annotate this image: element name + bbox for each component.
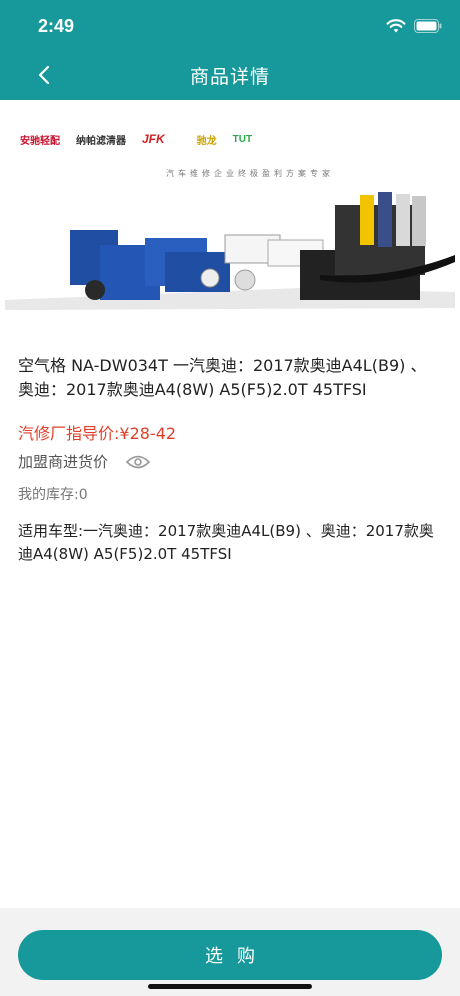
price-guide: 汽修厂指导价:¥28-42 — [18, 424, 177, 443]
brand-logo: 驰龙 — [196, 135, 217, 147]
dealer-price-label: 加盟商进货价 — [18, 453, 109, 471]
app-header: 2:49 商品详情 — [0, 0, 460, 100]
product-banner-image: 安驰轻配 纳帕滤清器 JFK 驰龙 TUT 汽车维修企业终极盈利方案专家 — [0, 110, 460, 320]
status-bar: 2:49 — [0, 0, 460, 50]
brand-logo: 纳帕滤清器 — [76, 135, 126, 147]
dealer-price-row: 加盟商进货价 — [18, 451, 151, 472]
banner-tagline: 汽车维修企业终极盈利方案专家 — [166, 169, 334, 178]
home-indicator — [148, 984, 312, 989]
buy-button[interactable]: 选购 — [18, 930, 442, 980]
brand-logo: TUT — [232, 133, 253, 145]
navbar: 商品详情 — [0, 50, 460, 100]
eye-icon[interactable] — [126, 454, 151, 470]
wifi-icon — [386, 19, 406, 33]
status-icons — [386, 18, 442, 34]
compatible-models: 适用车型:一汽奥迪：2017款奥迪A4L(B9) 、奥迪：2017款奥迪A4(8… — [18, 522, 434, 563]
auto-parts-illustration — [5, 192, 455, 310]
page-title: 商品详情 — [189, 66, 270, 88]
stock-count: 我的库存:0 — [18, 487, 88, 503]
brand-logo: 安驰轻配 — [20, 135, 60, 147]
brand-logos: 安驰轻配 纳帕滤清器 JFK 驰龙 TUT — [16, 128, 256, 150]
battery-icon — [414, 19, 442, 33]
status-time: 2:49 — [38, 16, 75, 36]
brand-logo — [177, 137, 185, 141]
bottom-action-bar: 选购 — [0, 908, 460, 996]
brand-logo: JFK — [142, 132, 165, 146]
product-name: 空气格 NA-DW034T 一汽奥迪：2017款奥迪A4L(B9) 、奥迪：20… — [18, 356, 427, 399]
